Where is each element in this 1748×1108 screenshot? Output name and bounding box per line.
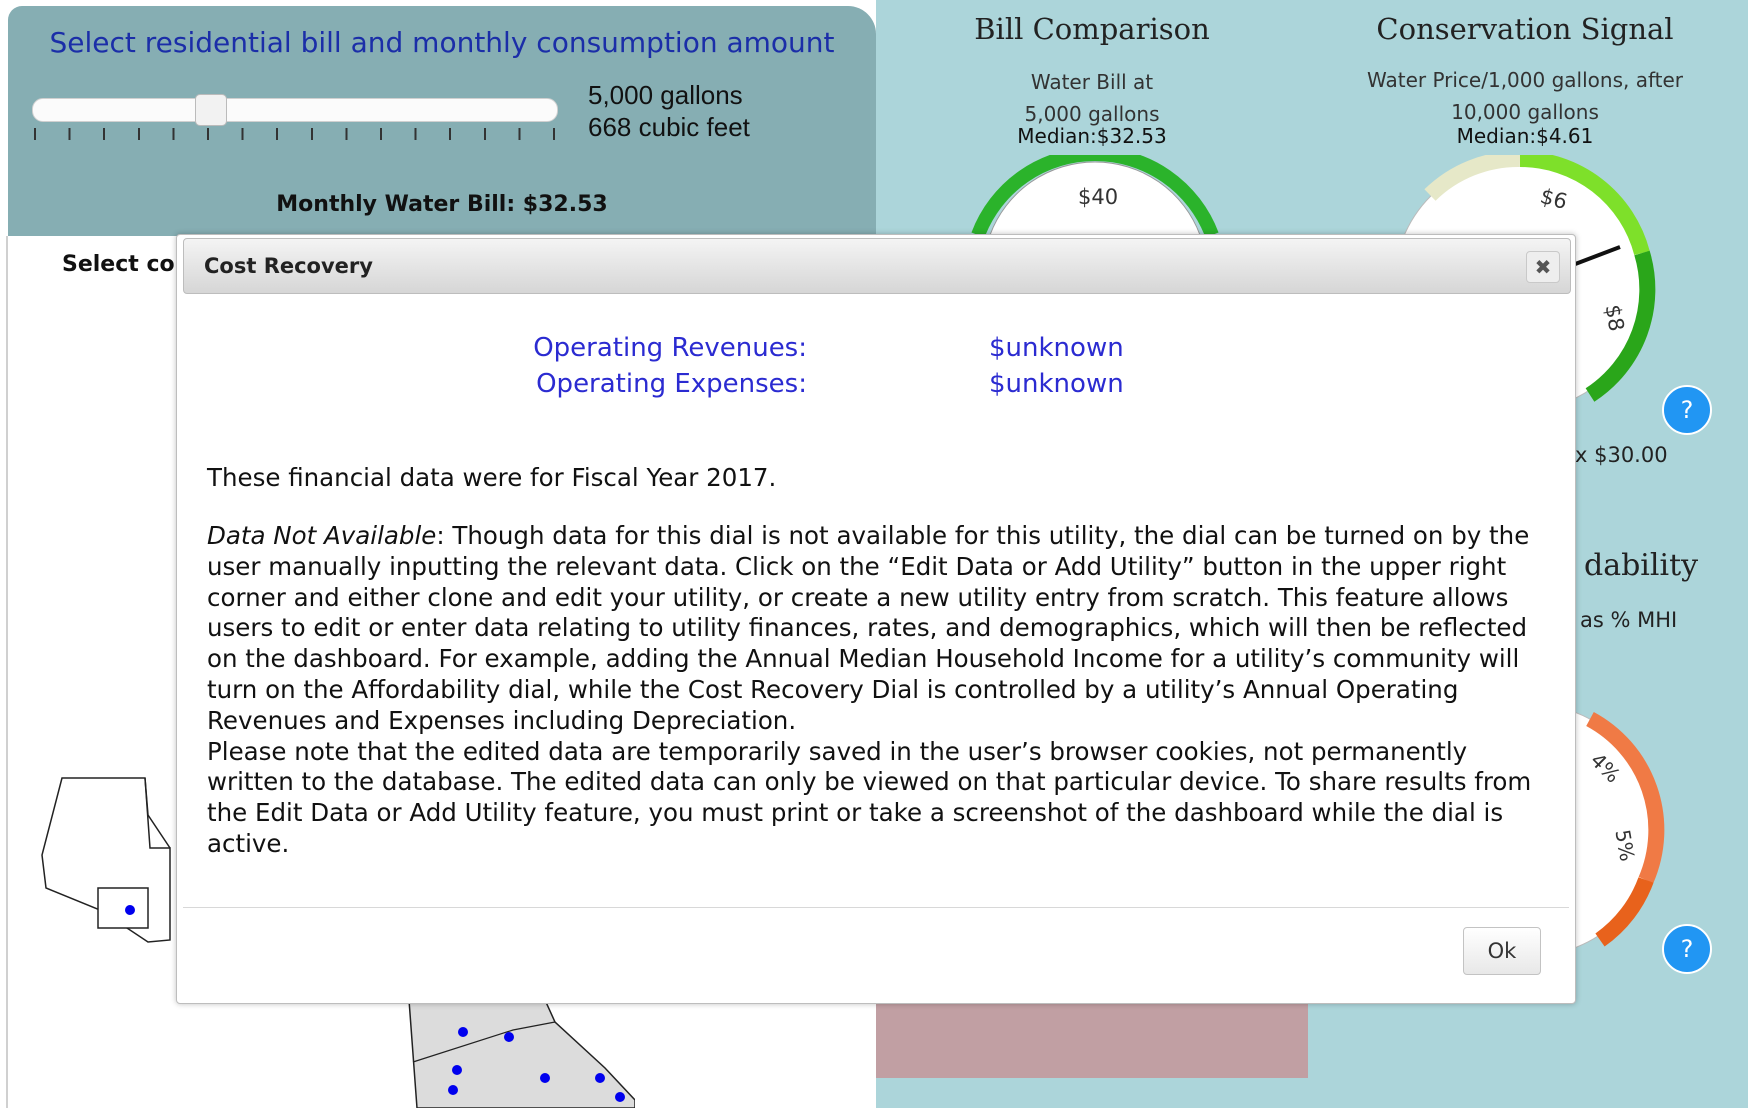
consumption-slider-handle[interactable] (195, 94, 228, 126)
bill-comparison-title: Bill Comparison (974, 12, 1210, 46)
consumption-panel: Select residential bill and monthly cons… (8, 6, 876, 236)
utility-marker[interactable] (125, 905, 135, 915)
utility-marker[interactable] (504, 1032, 514, 1042)
state-map-west (41, 777, 171, 943)
data-not-available-body: : Though data for this dial is not avail… (207, 521, 1530, 735)
consumption-panel-title: Select residential bill and monthly cons… (49, 26, 835, 59)
close-button[interactable]: ✖ (1526, 251, 1560, 283)
conservation-signal-subtitle: Water Price/1,000 gallons, after (1366, 68, 1684, 92)
dashboard-chart-block (876, 1000, 1308, 1078)
utility-marker[interactable] (540, 1073, 550, 1083)
conservation-signal-subtitle-2: 10,000 gallons (1451, 100, 1599, 124)
conservation-signal-title: Conservation Signal (1376, 12, 1674, 46)
operating-revenues-value: $unknown (989, 333, 1124, 363)
dialog-header: Cost Recovery ✖ (183, 238, 1571, 294)
monthly-bill-label: Monthly Water Bill: $32.53 (276, 192, 608, 217)
data-not-available-paragraph: Data Not Available: Though data for this… (207, 521, 1557, 737)
affordability-help-button[interactable]: ? (1662, 924, 1712, 974)
left-border (6, 236, 8, 1108)
select-utility-label: Select co (62, 252, 175, 277)
consumption-slider-track[interactable] (32, 98, 558, 122)
conservation-max-label: x $30.00 (1575, 443, 1668, 467)
data-not-available-text: Data Not Available: Though data for this… (207, 521, 1557, 860)
state-map-south (408, 1000, 635, 1108)
slider-ticks (34, 128, 558, 140)
utility-marker[interactable] (458, 1027, 468, 1037)
operating-expenses-label: Operating Expenses: (536, 369, 807, 399)
conservation-help-button[interactable]: ? (1662, 385, 1712, 435)
gallons-value: 5,000 gallons (588, 80, 743, 110)
utility-marker[interactable] (615, 1092, 625, 1102)
affordability-title: dability (1584, 548, 1699, 583)
conservation-gauge-label-8: $8 (1600, 303, 1628, 333)
affordability-subtitle: as % MHI (1580, 608, 1678, 632)
cookie-note-paragraph: Please note that the edited data are tem… (207, 736, 1532, 858)
ok-button[interactable]: Ok (1463, 927, 1541, 975)
conservation-signal-median: Median:$4.61 (1456, 124, 1594, 148)
region-outline (408, 1000, 635, 1108)
bill-comparison-subtitle: Water Bill at (1030, 70, 1154, 94)
fiscal-year-text: These financial data were for Fiscal Yea… (207, 463, 777, 492)
operating-expenses-value: $unknown (989, 369, 1124, 399)
dialog-divider (183, 907, 1569, 908)
cost-recovery-dialog: Cost Recovery ✖ Operating Revenues: $unk… (176, 234, 1576, 1004)
cubic-feet-value: 668 cubic feet (588, 112, 750, 142)
bill-comparison-subtitle-2: 5,000 gallons (1024, 102, 1160, 126)
county-outline (97, 887, 149, 929)
bill-gauge-label: $40 (1078, 185, 1118, 209)
bill-gauge: $40 (971, 155, 1219, 235)
utility-marker[interactable] (448, 1085, 458, 1095)
bill-comparison-median: Median:$32.53 (1017, 124, 1167, 148)
dialog-title: Cost Recovery (204, 254, 373, 278)
operating-revenues-label: Operating Revenues: (533, 333, 807, 363)
data-not-available-title: Data Not Available (207, 521, 437, 550)
utility-marker[interactable] (595, 1073, 605, 1083)
utility-marker[interactable] (452, 1065, 462, 1075)
